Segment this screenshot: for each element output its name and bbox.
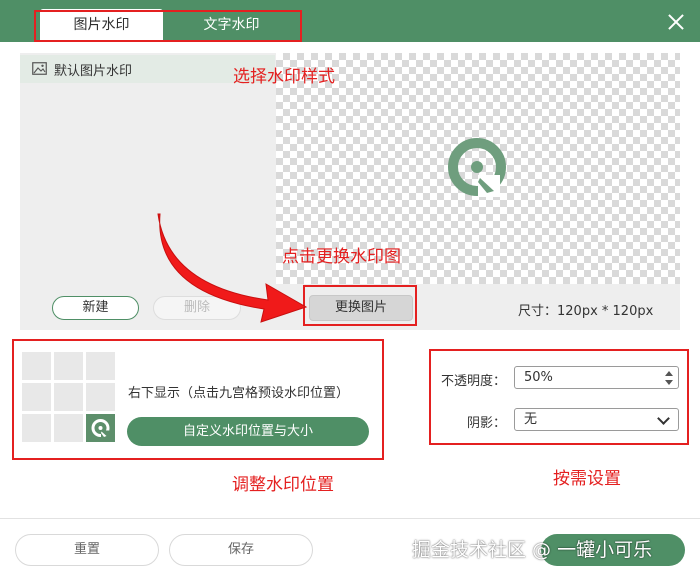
new-button[interactable]: 新建 [52,296,139,320]
watermark-logo-icon [448,138,506,197]
red-arrow [157,213,308,323]
watermark-overlay-text: 掘金技术社区 @ 一罐小可乐 [412,539,653,561]
save-button[interactable]: 保存 [169,534,313,566]
image-icon [32,62,47,75]
annotation-select-style: 选择水印样式 [233,67,335,87]
annotation-adjust-position: 调整水印位置 [232,475,334,495]
reset-button[interactable]: 重置 [15,534,159,566]
annotation-box-position [12,339,384,460]
size-label: 尺寸：120px * 120px [518,304,654,319]
annotation-as-needed: 按需设置 [553,469,621,489]
footer-divider [0,518,700,519]
close-icon[interactable] [668,14,684,30]
annotation-box-tabs [34,10,302,42]
annotation-box-settings [429,349,689,445]
list-item-label: 默认图片水印 [54,64,133,79]
